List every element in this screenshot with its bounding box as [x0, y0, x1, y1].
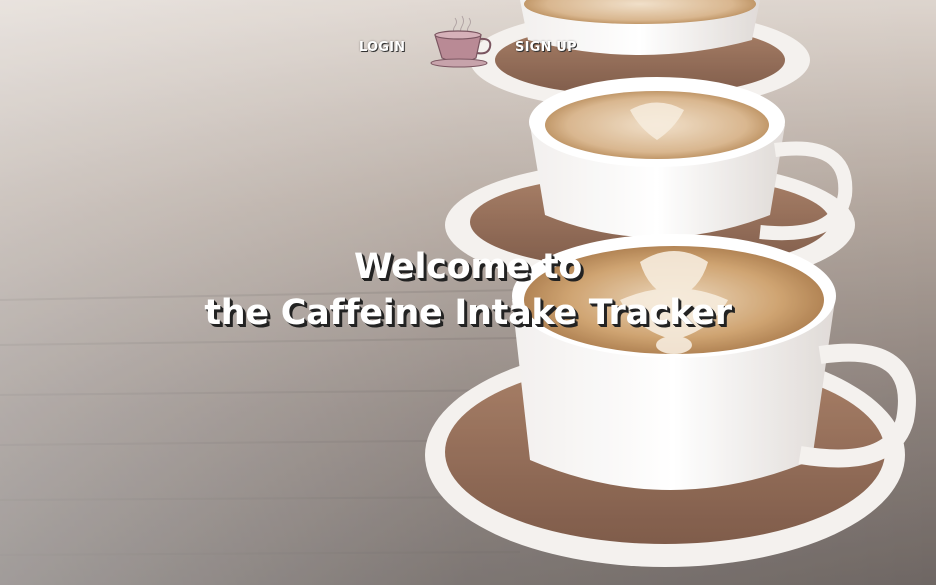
welcome-line-2: the Caffeine Intake Tracker [204, 293, 732, 333]
top-navigation: LOGIN SIGN UP [0, 14, 936, 74]
coffee-cup-icon[interactable] [429, 14, 495, 70]
welcome-line-1: Welcome to [353, 247, 583, 287]
welcome-heading: Welcome to the Caffeine Intake Tracker [0, 244, 936, 336]
login-link[interactable]: LOGIN [359, 40, 405, 55]
landing-page: LOGIN SIGN UP Welcome to the Caffeine In… [0, 0, 936, 585]
signup-link[interactable]: SIGN UP [515, 40, 577, 55]
